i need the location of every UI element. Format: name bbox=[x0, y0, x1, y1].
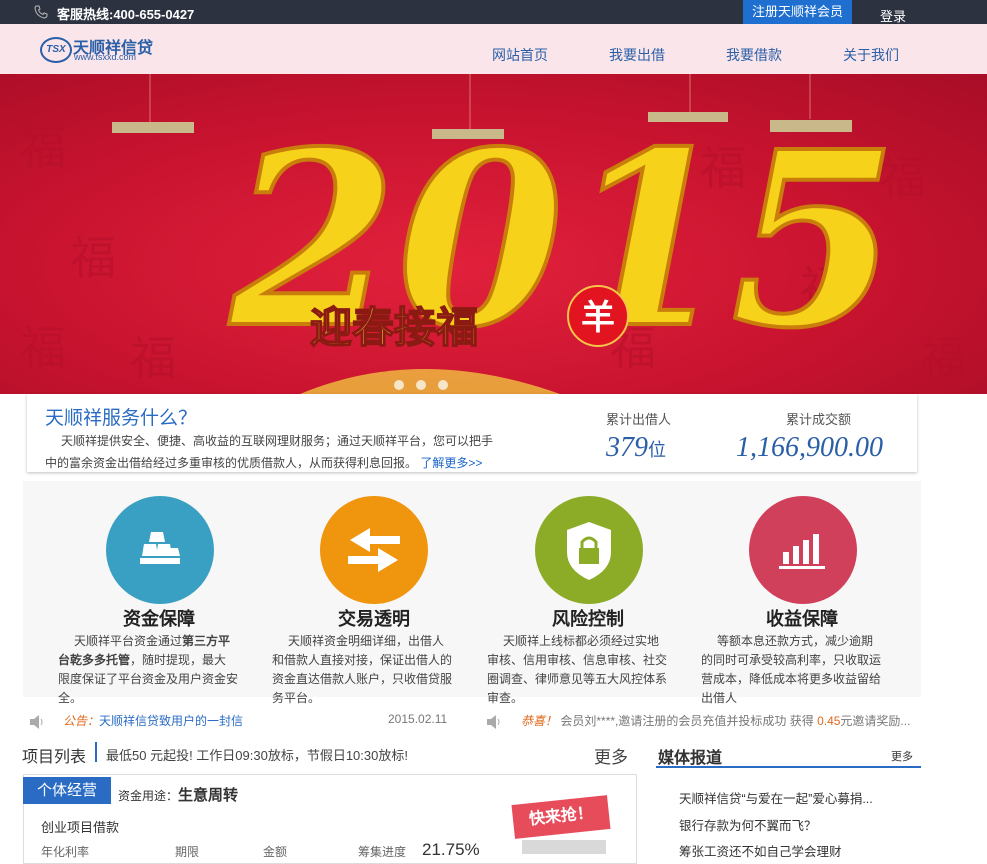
bar-chart-icon bbox=[779, 534, 825, 569]
banner-art: 福福福 福福福 福福福 2015 迎春接福 羊 bbox=[20, 74, 966, 394]
feature-text-3: 天顺祥上线标都必须经过实地审核、信用审核、信息审核、社交圈调查、律师意见等五大风… bbox=[487, 634, 668, 705]
feature-title-2: 交易透明 bbox=[338, 609, 410, 629]
feature-title-1: 资金保障 bbox=[123, 609, 195, 629]
volume-label: 累计成交额 bbox=[786, 412, 852, 427]
feature-circle-2 bbox=[320, 496, 428, 604]
speaker-icon bbox=[487, 715, 500, 729]
feature-text-1: 天顺祥平台资金通过第三方平台乾多多托管，随时提现，最大限度保证了平台资金及用户资… bbox=[58, 634, 239, 705]
feature-text-4: 等额本息还款方式，减少逾期的同时可承受较高利率，只收取运营成本，降低成本将更多收… bbox=[701, 634, 882, 705]
learn-more-link[interactable]: 了解更多>> bbox=[420, 456, 482, 470]
project-list-title: 项目列表 bbox=[22, 749, 87, 766]
nav-lend[interactable]: 我要出借 bbox=[609, 45, 665, 65]
project-progress: 21.75% bbox=[422, 840, 480, 859]
carousel-dot-2[interactable] bbox=[416, 380, 426, 390]
feature-circle-3 bbox=[535, 496, 643, 604]
login-link[interactable]: 登录 bbox=[880, 6, 906, 25]
project-list-subtitle: 最低50 元起投! 工作日09:30放标，节假日10:30放标! bbox=[106, 748, 408, 763]
media-item[interactable]: 天顺祥信贷“与爱在一起”爱心募捐... bbox=[679, 788, 873, 807]
svg-text:福: 福 bbox=[130, 331, 176, 385]
shield-lock-icon bbox=[567, 522, 611, 580]
speaker-icon bbox=[30, 715, 43, 729]
project-usage: 资金用途：生意周转 bbox=[118, 787, 239, 804]
project-tag: 个体经营 bbox=[23, 777, 111, 804]
gold-bars-icon bbox=[140, 532, 180, 564]
svg-text:福: 福 bbox=[70, 231, 116, 285]
svg-text:福: 福 bbox=[20, 321, 66, 375]
feature-text-2: 天顺祥资金明细详细，出借人和借款人直接对接，保证出借人的资金直达借款人账户，只收… bbox=[272, 634, 453, 705]
carousel-dot-3[interactable] bbox=[438, 380, 448, 390]
notice-right[interactable]: 恭喜！ 会员刘****,邀请注册的会员充值并投标成功 获得 0.45元邀请奖励.… bbox=[521, 712, 921, 729]
media-item[interactable]: 银行存款为何不翼而飞？ bbox=[679, 815, 817, 834]
logo-url: www.tsxxd.com bbox=[74, 52, 137, 62]
service-title: 天顺祥服务什么？ bbox=[45, 408, 198, 429]
register-button[interactable]: 注册天顺祥会员 bbox=[743, 0, 852, 24]
hero-banner[interactable]: 福福福 福福福 福福福 2015 迎春接福 羊 bbox=[0, 74, 987, 394]
project-name[interactable]: 创业项目借款 bbox=[41, 817, 119, 836]
title-separator bbox=[95, 742, 97, 762]
feature-circle-1 bbox=[106, 496, 214, 604]
media-title: 媒体报道 bbox=[658, 750, 723, 767]
notice-left[interactable]: 公告：天顺祥信贷致用户的一封信 bbox=[63, 712, 243, 729]
carousel-dot-1[interactable] bbox=[394, 380, 404, 390]
phone-icon bbox=[34, 5, 48, 19]
top-bar: 客服热线:400-655-0427 注册天顺祥会员 登录 bbox=[0, 0, 987, 24]
logo-badge[interactable]: TSX bbox=[40, 37, 72, 63]
svg-text:福: 福 bbox=[20, 121, 66, 175]
banner-seal: 羊 bbox=[581, 298, 615, 338]
feature-title-4: 收益保障 bbox=[766, 609, 838, 629]
media-more-link[interactable]: 更多 bbox=[891, 748, 913, 764]
svg-text:福: 福 bbox=[920, 331, 966, 385]
notice-date: 2015.02.11 bbox=[388, 712, 448, 726]
lenders-label: 累计出借人 bbox=[606, 412, 672, 427]
nav-home[interactable]: 网站首页 bbox=[492, 45, 548, 65]
banner-headline: 迎春接福 bbox=[310, 303, 478, 352]
exchange-icon bbox=[348, 528, 400, 572]
volume-value: 1,166,900.00 bbox=[736, 432, 883, 463]
nav-borrow[interactable]: 我要借款 bbox=[726, 45, 782, 65]
feature-title-3: 风险控制 bbox=[552, 609, 624, 629]
lenders-value: 379位 bbox=[606, 432, 666, 463]
nav-about[interactable]: 关于我们 bbox=[843, 45, 899, 65]
hotline-text: 客服热线:400-655-0427 bbox=[57, 7, 195, 22]
feature-circle-4 bbox=[749, 496, 857, 604]
project-more-link[interactable]: 更多 bbox=[594, 743, 628, 768]
service-description: 天顺祥提供安全、便捷、高收益的互联网理财服务；通过天顺祥平台，您可以把手中的富余… bbox=[45, 430, 500, 474]
media-item[interactable]: 筹张工资还不如自己学会理财 bbox=[679, 841, 842, 860]
